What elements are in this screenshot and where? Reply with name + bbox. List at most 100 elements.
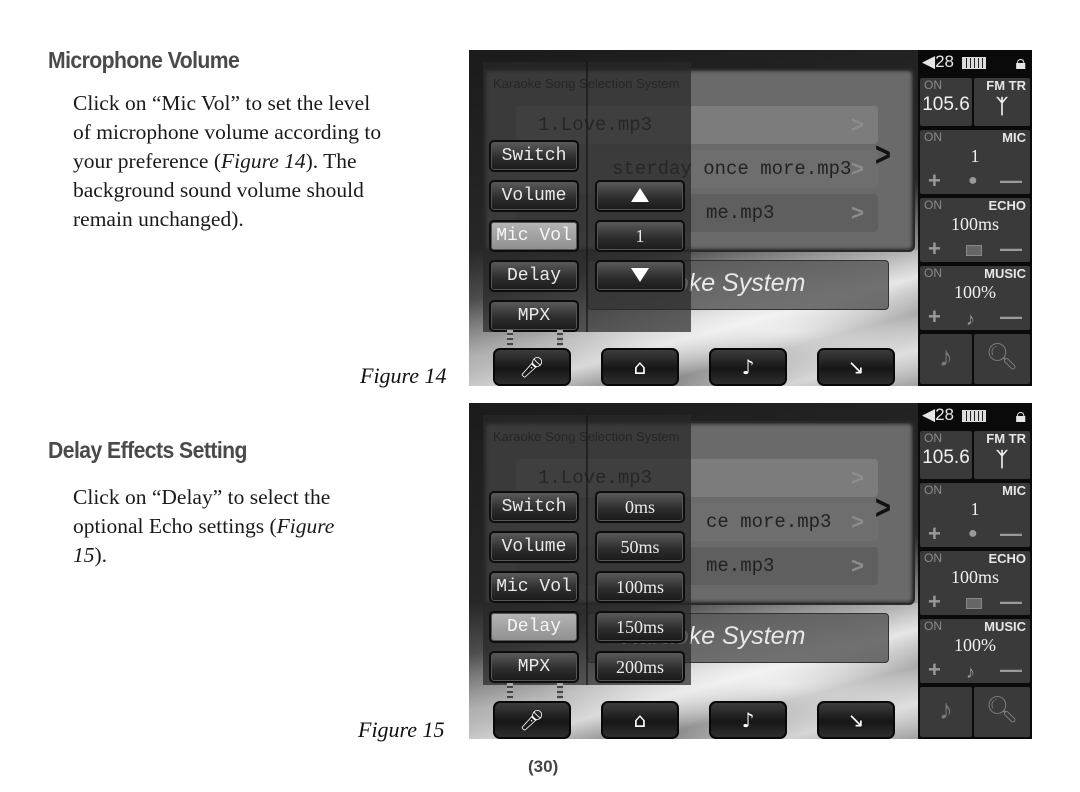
delay-button[interactable]: Delay — [489, 611, 579, 643]
mic-effects-button[interactable]: 🎤︎ — [493, 348, 571, 386]
section-paragraph-delay-effects: Click on “Delay” to select the optional … — [73, 483, 334, 570]
volume-button[interactable]: Volume — [489, 531, 579, 563]
mic-tile[interactable]: ON MIC 1 + ● — — [920, 483, 1030, 547]
delay-option-100ms[interactable]: 100ms — [595, 571, 685, 603]
minus-button[interactable]: — — [1000, 304, 1022, 330]
plus-button[interactable]: + — [928, 168, 941, 194]
para-line: remain unchanged). — [73, 207, 244, 231]
plus-button[interactable]: + — [928, 521, 941, 547]
search-button[interactable]: 🔍︎ — [974, 687, 1030, 737]
mic-effects-button[interactable]: 🎤︎ — [493, 701, 571, 739]
mic-vol-button[interactable]: Mic Vol — [489, 220, 579, 252]
mic-on-label: ON — [924, 130, 942, 144]
music-button[interactable]: ♪ — [709, 348, 787, 386]
chevron-right-icon: > — [851, 509, 864, 534]
fm-on-label: ON — [924, 431, 942, 445]
next-page-chevron-icon[interactable]: > — [875, 489, 891, 528]
music-label: MUSIC — [984, 266, 1026, 281]
music-value: 100% — [954, 635, 996, 655]
echo-tile[interactable]: ON ECHO 100ms + — — [920, 551, 1030, 615]
plus-button[interactable]: + — [928, 236, 941, 262]
echo-label: ECHO — [988, 551, 1026, 566]
switch-button[interactable]: Switch — [489, 491, 579, 523]
volume-level: 28 — [935, 52, 954, 71]
delay-option-200ms[interactable]: 200ms — [595, 651, 685, 683]
minus-button[interactable]: — — [1000, 168, 1022, 194]
menu-divider — [586, 62, 588, 332]
delay-option-150ms[interactable]: 150ms — [595, 611, 685, 643]
echo-icon — [966, 598, 982, 609]
broadcast-button[interactable]: ⌂ — [601, 348, 679, 386]
echo-on-label: ON — [924, 551, 942, 565]
mic-effects-icon: 🎤︎ — [519, 355, 545, 379]
para-line: your preference (Figure 14). The — [73, 147, 381, 176]
exit-icon: ↘ — [847, 355, 865, 379]
plus-button[interactable]: + — [928, 589, 941, 615]
figure-reference: 15 — [73, 543, 95, 567]
para-line: Click on “Delay” to select the — [73, 485, 331, 509]
menu-connector — [557, 330, 563, 346]
mic-tile[interactable]: ON MIC 1 + ● — — [920, 130, 1030, 194]
mpx-button[interactable]: MPX — [489, 651, 579, 683]
echo-tile[interactable]: ON ECHO 100ms + — — [920, 198, 1030, 262]
fm-tr-label: FM TR — [986, 78, 1026, 93]
music-button[interactable]: ♪ — [709, 701, 787, 739]
fm-transmitter-tile[interactable]: FM TR ᛉ — [974, 431, 1030, 479]
minus-button[interactable]: — — [1000, 657, 1022, 683]
delay-option-50ms[interactable]: 50ms — [595, 531, 685, 563]
next-page-chevron-icon[interactable]: > — [875, 136, 891, 175]
mic-value: 1 — [970, 499, 980, 519]
section-heading-delay-effects: Delay Effects Setting — [48, 437, 247, 463]
mic-vol-button[interactable]: Mic Vol — [489, 571, 579, 603]
exit-button[interactable]: ↘ — [817, 701, 895, 739]
para-line: Click on “Mic Vol” to set the level — [73, 91, 371, 115]
broadcast-button[interactable]: ⌂ — [601, 701, 679, 739]
fm-transmitter-tile[interactable]: FM TR ᛉ — [974, 78, 1030, 126]
chevron-right-icon: > — [851, 200, 864, 225]
fm-tr-label: FM TR — [986, 431, 1026, 446]
increase-button[interactable] — [595, 180, 685, 212]
volume-button[interactable]: Volume — [489, 180, 579, 212]
delay-option-0ms[interactable]: 0ms — [595, 491, 685, 523]
section-paragraph-microphone-volume: Click on “Mic Vol” to set the level of m… — [73, 89, 381, 234]
search-icon: 🔍︎ — [985, 342, 1019, 372]
mic-label: MIC — [1002, 130, 1026, 145]
decrease-button[interactable] — [595, 260, 685, 292]
device-screen-figure-14: Karaoke Song Selection System 1.Love.mp3… — [469, 50, 1032, 386]
delay-button[interactable]: Delay — [489, 260, 579, 292]
fm-frequency-tile[interactable]: ON 105.6 — [920, 431, 972, 479]
minus-button[interactable]: — — [1000, 521, 1022, 547]
minus-button[interactable]: — — [1000, 236, 1022, 262]
para-text: optional Echo settings ( — [73, 514, 277, 538]
exit-button[interactable]: ↘ — [817, 348, 895, 386]
music-tile[interactable]: ON MUSIC 100% + ♪ — — [920, 619, 1030, 683]
fm-frequency-tile[interactable]: ON 105.6 — [920, 78, 972, 126]
plus-button[interactable]: + — [928, 657, 941, 683]
fm-frequency: 105.6 — [922, 447, 970, 468]
lock-icon[interactable]: 🔒︎ — [1015, 405, 1026, 428]
device-screen-figure-15: Karaoke Song Selection System 1.Love.mp3… — [469, 403, 1032, 739]
minus-button[interactable]: — — [1000, 589, 1022, 615]
search-icon: 🔍︎ — [985, 695, 1019, 725]
song-name: ce more.mp3 — [706, 511, 832, 533]
music-note-icon: ♪ — [966, 309, 975, 329]
search-button[interactable]: 🔍︎ — [974, 334, 1030, 384]
lock-icon[interactable]: 🔒︎ — [1015, 52, 1026, 75]
music-mode-button[interactable]: ♪ — [920, 334, 972, 384]
microphone-icon: ● — [968, 525, 978, 542]
microphone-icon: ● — [968, 172, 978, 189]
mpx-button[interactable]: MPX — [489, 300, 579, 332]
music-on-label: ON — [924, 619, 942, 633]
music-on-label: ON — [924, 266, 942, 280]
music-note-icon: ♪ — [741, 355, 755, 379]
song-name: me.mp3 — [706, 555, 775, 577]
speaker-icon: ◀ — [922, 405, 936, 424]
echo-value: 100ms — [950, 214, 999, 234]
status-side-panel: ◀28 🔒︎ ON 105.6 FM TR ᛉ ON MIC 1 + ● — O… — [918, 403, 1032, 739]
status-bar: ◀28 🔒︎ — [922, 405, 1032, 429]
switch-button[interactable]: Switch — [489, 140, 579, 172]
music-tile[interactable]: ON MUSIC 100% + ♪ — — [920, 266, 1030, 330]
plus-button[interactable]: + — [928, 304, 941, 330]
music-mode-button[interactable]: ♪ — [920, 687, 972, 737]
para-text: your preference ( — [73, 149, 222, 173]
